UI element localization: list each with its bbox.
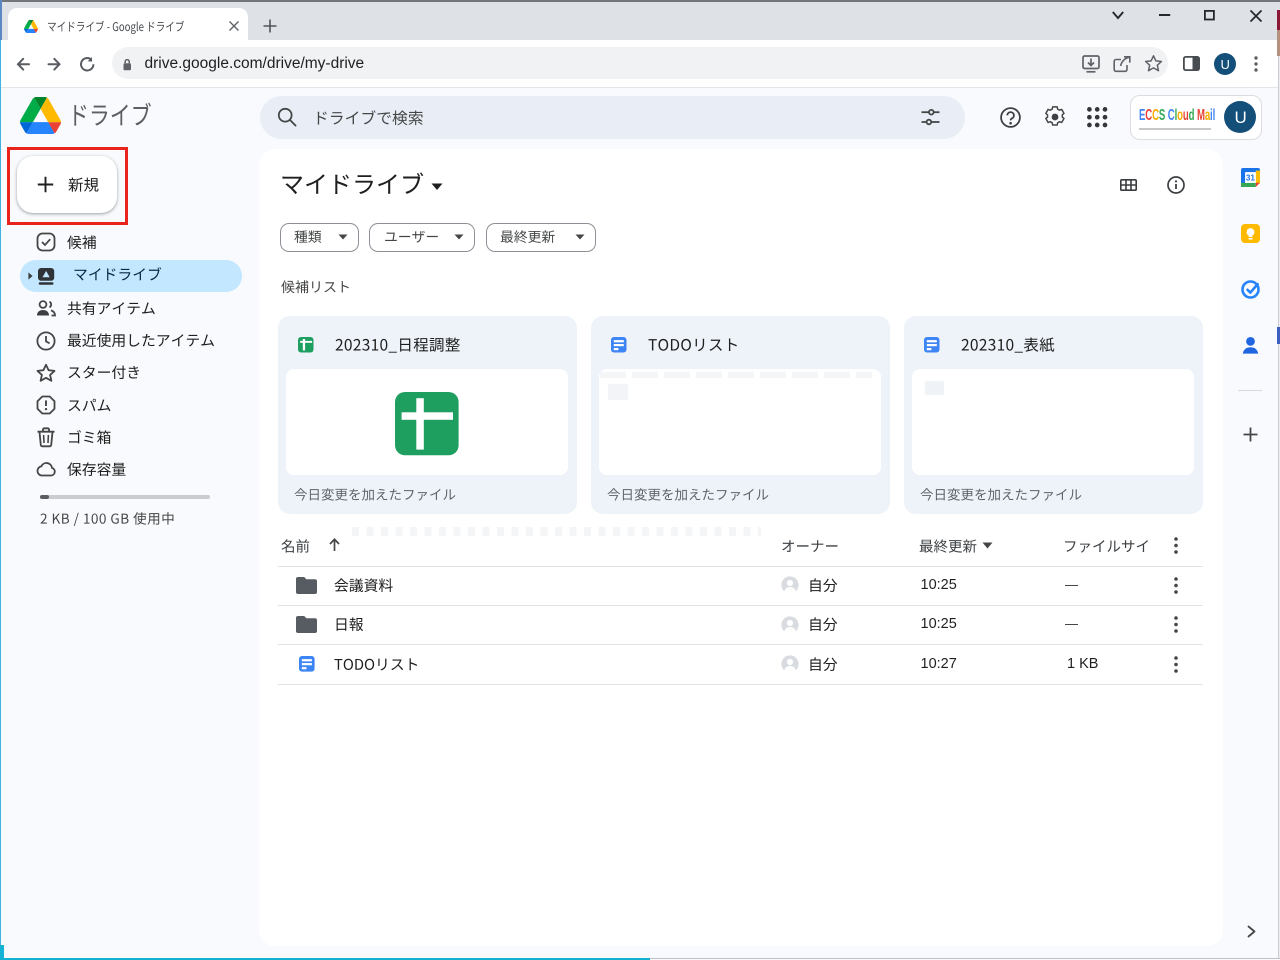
svg-text:31: 31 (1245, 173, 1255, 182)
